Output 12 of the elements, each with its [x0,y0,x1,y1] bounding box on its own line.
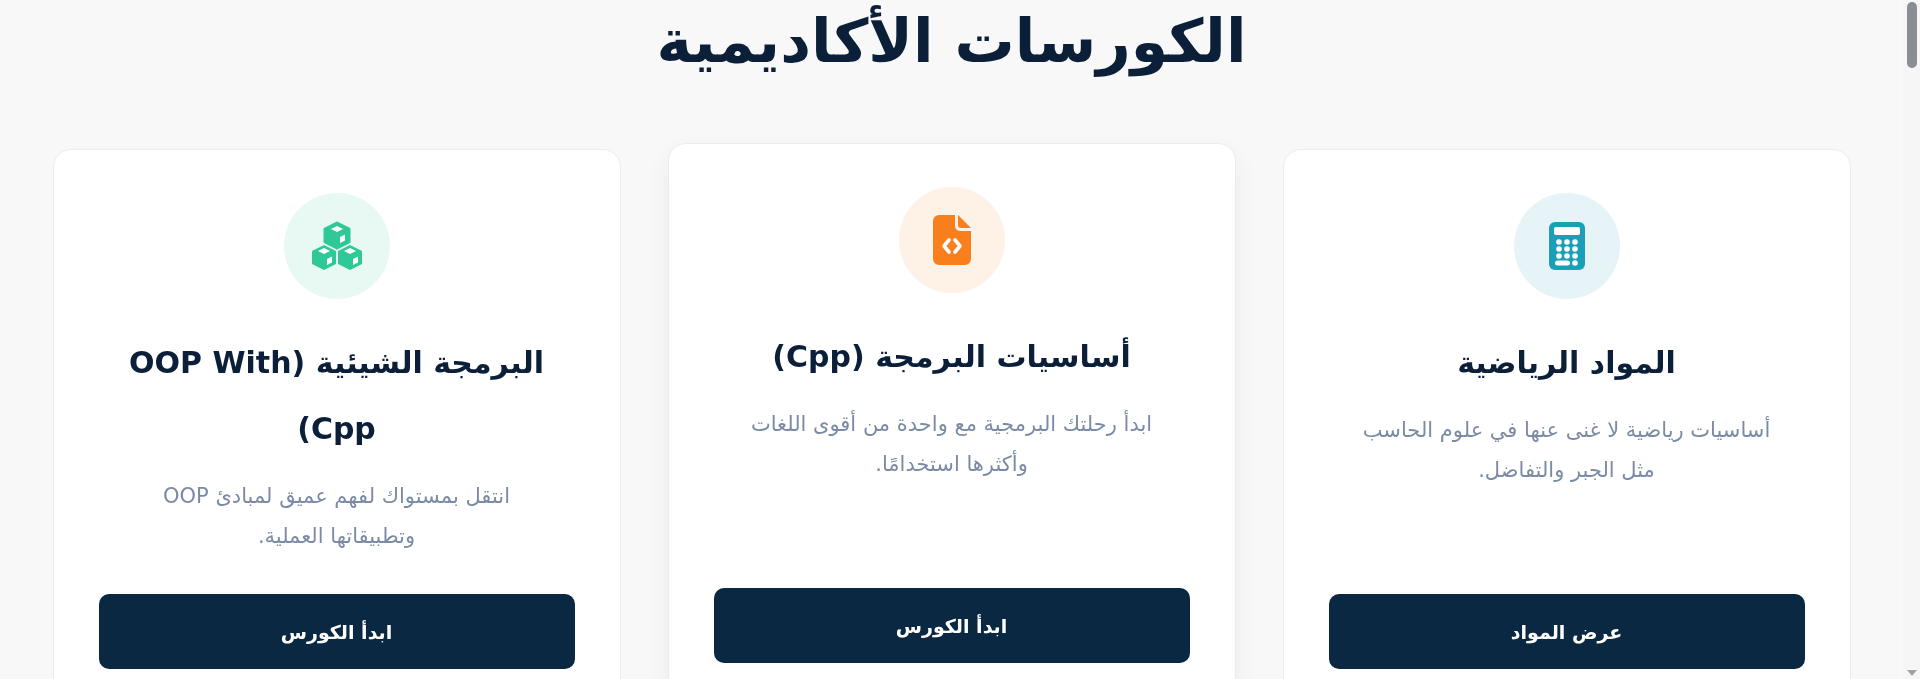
course-description: انتقل بمستواك لفهم عميق لمبادئ OOP وتطبيقاتها العملية. [162,483,511,550]
section-heading: الكورسات الأكاديمية [655,4,1248,76]
scrollbar-thumb[interactable] [1906,2,1917,68]
course-title: البرمجة الشيئية (OOP With Cpp) [128,344,545,448]
course-title: أساسيات البرمجة (Cpp) [772,336,1131,376]
course-button[interactable]: عرض المواد [1328,594,1805,669]
scroll-down-arrow-icon[interactable] [1906,670,1917,676]
course-button[interactable]: ابدأ الكورس [713,588,1190,663]
course-description: ابدأ رحلتك البرمجية مع واحدة من أقوى اللغات وأكثرها استخدامًا. [749,409,1154,478]
course-button[interactable]: ابدأ الكورس [98,594,575,669]
course-description: أساسيات رياضية لا غنى عنها في علوم الحاسب مثل الجبر والتفاضل. [1361,415,1772,484]
course-title: المواد الرياضية [1457,344,1676,382]
